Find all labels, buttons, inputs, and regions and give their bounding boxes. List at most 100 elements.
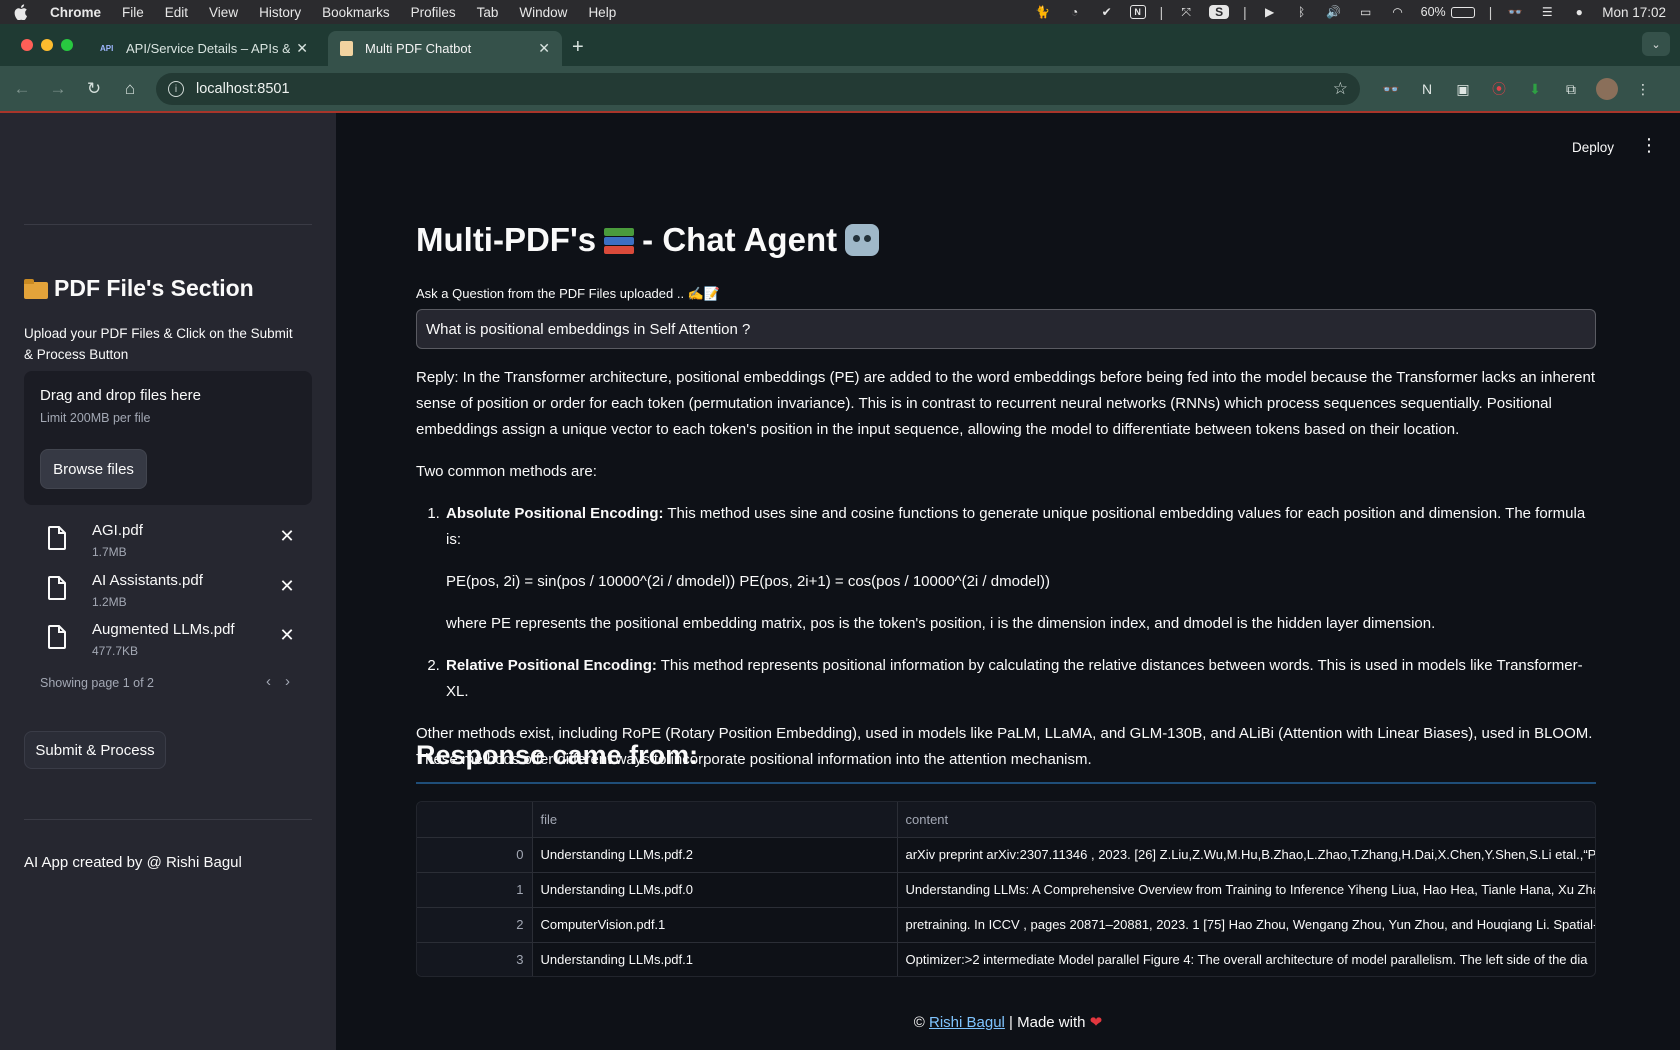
menu-view[interactable]: View xyxy=(209,5,238,20)
siri-icon[interactable]: ● xyxy=(1570,5,1588,19)
sources-dataframe[interactable]: file content 0 Understanding LLMs.pdf.2 … xyxy=(416,801,1596,977)
apple-icon[interactable] xyxy=(14,4,28,20)
minimize-window-button[interactable] xyxy=(41,39,53,51)
incognito-extension-icon[interactable]: 👓 xyxy=(1376,72,1406,106)
cell-file[interactable]: Understanding LLMs.pdf.0 xyxy=(532,872,898,908)
reply-methods-heading: Two common methods are: xyxy=(416,463,597,480)
menu-tab[interactable]: Tab xyxy=(477,5,499,20)
cell-content[interactable]: pretraining. In ICCV , pages 20871–20881… xyxy=(897,907,1595,943)
wifi-icon[interactable]: ◠ xyxy=(1389,5,1407,19)
close-tab-icon[interactable]: ✕ xyxy=(538,40,550,57)
play-icon[interactable]: ▶ xyxy=(1261,5,1279,19)
menu-window[interactable]: Window xyxy=(519,5,567,20)
menu-file[interactable]: File xyxy=(122,5,144,20)
zoom-window-button[interactable] xyxy=(61,39,73,51)
volume-icon[interactable]: 🔊 xyxy=(1325,5,1343,19)
url-text[interactable]: localhost:8501 xyxy=(196,81,290,97)
row-index: 2 xyxy=(417,907,533,943)
cell-file[interactable]: ComputerVision.pdf.1 xyxy=(532,907,898,943)
submit-process-button[interactable]: Submit & Process xyxy=(24,731,166,769)
menu-chrome[interactable]: Chrome xyxy=(50,5,101,20)
chevron-left-icon[interactable]: ‹ xyxy=(266,673,271,690)
more-options-icon[interactable]: ⋮ xyxy=(1640,136,1658,154)
tab-multi-pdf-chatbot[interactable]: Multi PDF Chatbot ✕ xyxy=(328,31,562,66)
fullscreen-icon[interactable]: ⤧ xyxy=(1177,5,1195,19)
question-input[interactable]: What is positional embeddings in Self At… xyxy=(416,309,1596,349)
glasses-icon[interactable]: 👓 xyxy=(1506,5,1524,19)
browser-toolbar: ← → ↻ ⌂ i localhost:8501 ☆ 👓 N ▣ ⦿ ⬇ ⧉ ⋮ xyxy=(0,66,1680,112)
page-title: Multi-PDF's - Chat Agent xyxy=(416,221,880,259)
folder-icon xyxy=(24,278,48,299)
window-extension-icon[interactable]: ▣ xyxy=(1448,72,1478,106)
bookmark-star-icon[interactable]: ☆ xyxy=(1333,79,1348,99)
address-bar[interactable]: i localhost:8501 ☆ xyxy=(156,73,1360,105)
s-app-icon[interactable]: S xyxy=(1209,5,1230,19)
close-window-button[interactable] xyxy=(21,39,33,51)
cell-content[interactable]: Understanding LLMs: A Comprehensive Over… xyxy=(897,872,1595,908)
new-tab-icon[interactable]: + xyxy=(572,36,584,59)
menu-help[interactable]: Help xyxy=(588,5,616,20)
bluetooth-icon[interactable]: ᛒ xyxy=(1293,5,1311,19)
record-extension-icon[interactable]: ⦿ xyxy=(1484,72,1514,106)
cell-file[interactable]: Understanding LLMs.pdf.1 xyxy=(532,942,898,976)
file-pager: Showing page 1 of 2 ‹ › xyxy=(40,673,290,690)
forward-icon[interactable]: → xyxy=(40,71,76,107)
download-extension-icon[interactable]: ⬇ xyxy=(1520,72,1550,106)
reply-intro: Reply: In the Transformer architecture, … xyxy=(416,369,1596,438)
cursor-icon[interactable]: ◔ xyxy=(1066,5,1084,19)
methods-list: Absolute Positional Encoding: This metho… xyxy=(444,501,1596,705)
row-index: 1 xyxy=(417,872,533,908)
profile-avatar[interactable] xyxy=(1592,72,1622,106)
author-link[interactable]: Rishi Bagul xyxy=(929,1014,1005,1031)
reload-icon[interactable]: ↻ xyxy=(76,71,112,107)
column-header-index[interactable] xyxy=(417,802,533,838)
puzzle-extensions-icon[interactable]: ⧉ xyxy=(1556,72,1586,106)
method-where: where PE represents the positional embed… xyxy=(446,615,1436,632)
menu-history[interactable]: History xyxy=(259,5,301,20)
clock[interactable]: Mon 17:02 xyxy=(1602,5,1666,20)
home-icon[interactable]: ⌂ xyxy=(112,71,148,107)
close-tab-icon[interactable]: ✕ xyxy=(296,40,308,57)
sidebar-divider xyxy=(24,819,312,820)
sidebar-description: Upload your PDF Files & Click on the Sub… xyxy=(24,326,293,362)
notion-extension-icon[interactable]: N xyxy=(1412,72,1442,106)
chrome-menu-icon[interactable]: ⋮ xyxy=(1628,72,1658,106)
tab-api-service-details[interactable]: API API/Service Details – APIs & S ✕ xyxy=(88,31,320,66)
title-text: Multi-PDF's xyxy=(416,221,597,258)
remove-file-icon[interactable]: ✕ xyxy=(278,576,296,597)
remove-file-icon[interactable]: ✕ xyxy=(278,625,296,646)
chevron-right-icon[interactable]: › xyxy=(285,673,290,690)
heart-icon: ❤ xyxy=(1089,1014,1103,1031)
page-footer: © Rishi Bagul | Made with ❤ xyxy=(336,1013,1680,1031)
separator: | xyxy=(1159,4,1164,20)
deploy-button[interactable]: Deploy xyxy=(1572,140,1614,155)
file-icon xyxy=(48,575,66,600)
column-header-content[interactable]: content xyxy=(897,802,1595,838)
control-center-icon[interactable]: ☰ xyxy=(1538,5,1556,19)
remove-file-icon[interactable]: ✕ xyxy=(278,526,296,547)
notion-icon[interactable]: N xyxy=(1129,5,1146,19)
table-row: 2 ComputerVision.pdf.1 pretraining. In I… xyxy=(417,907,1595,943)
cell-content[interactable]: Optimizer:>2 intermediate Model parallel… xyxy=(897,942,1595,976)
browse-files-button[interactable]: Browse files xyxy=(40,449,147,489)
file-dropzone[interactable]: Drag and drop files here Limit 200MB per… xyxy=(24,371,312,505)
battery-indicator[interactable]: 60% xyxy=(1421,5,1475,19)
display-icon[interactable]: ▭ xyxy=(1357,5,1375,19)
back-icon[interactable]: ← xyxy=(4,71,40,107)
file-item: AGI.pdf 1.7MB ✕ xyxy=(24,515,312,565)
menu-bookmarks[interactable]: Bookmarks xyxy=(322,5,390,20)
site-info-icon[interactable]: i xyxy=(168,81,184,97)
file-size: 1.7MB xyxy=(92,545,127,559)
cell-content[interactable]: arXiv preprint arXiv:2307.11346 , 2023. … xyxy=(897,837,1595,873)
cell-file[interactable]: Understanding LLMs.pdf.2 xyxy=(532,837,898,873)
cat-icon[interactable]: 🐈 xyxy=(1034,5,1052,19)
battery-percent: 60% xyxy=(1420,5,1446,19)
column-header-file[interactable]: file xyxy=(532,802,898,838)
checkmark-icon[interactable]: ✔ xyxy=(1098,5,1116,19)
menu-profiles[interactable]: Profiles xyxy=(411,5,456,20)
tab-title: Multi PDF Chatbot xyxy=(365,41,472,56)
footer-suffix: | Made with xyxy=(1004,1014,1090,1031)
tab-title: API/Service Details – APIs & S xyxy=(126,41,291,56)
menu-edit[interactable]: Edit xyxy=(165,5,188,20)
tab-search-icon[interactable]: ⌄ xyxy=(1642,32,1670,56)
